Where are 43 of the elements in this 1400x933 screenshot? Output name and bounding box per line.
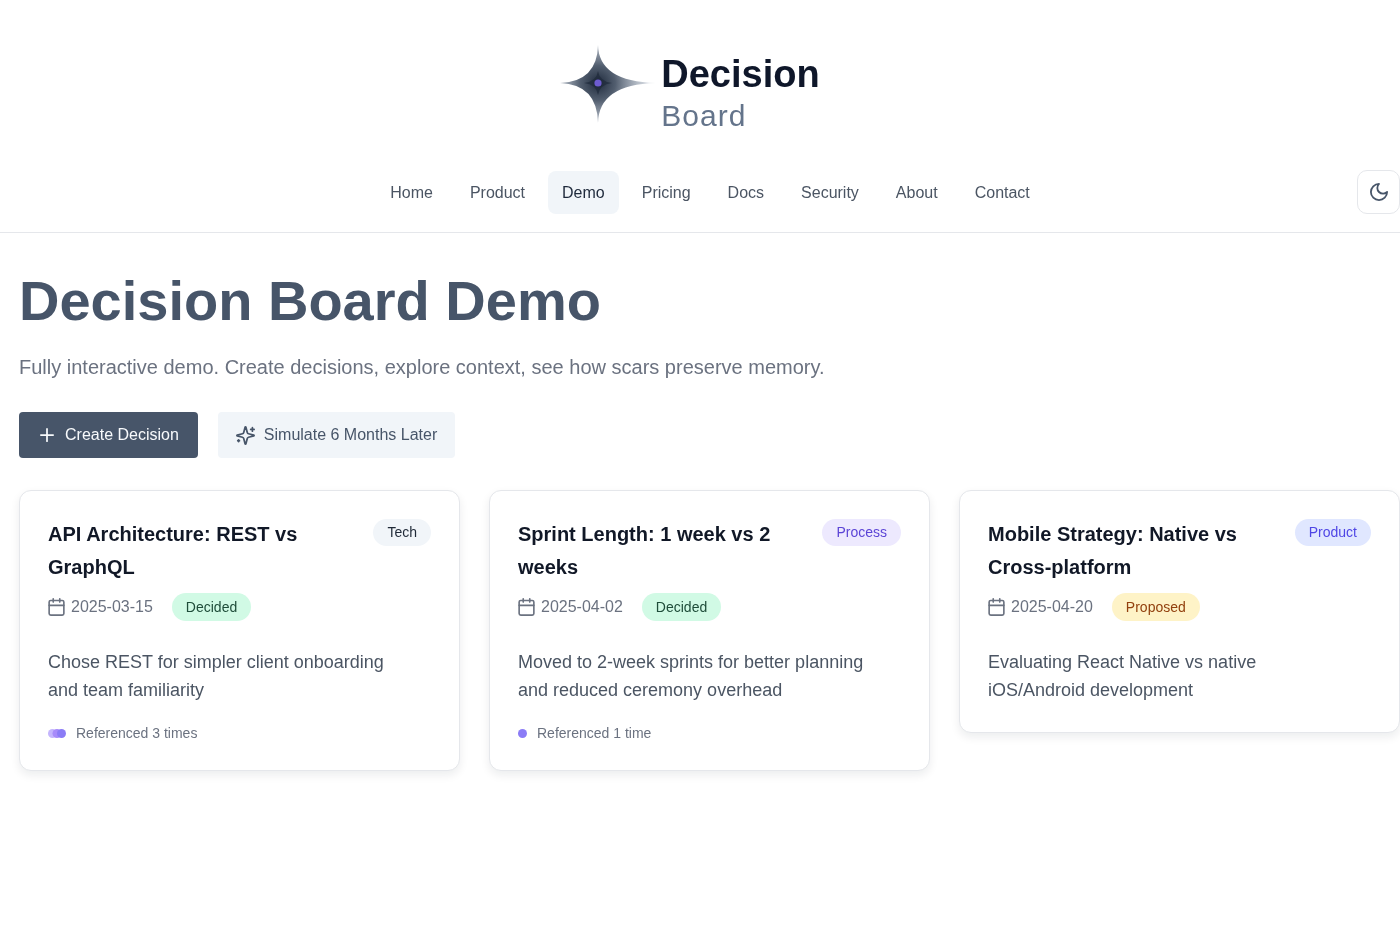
status-badge: Proposed	[1111, 593, 1200, 621]
decision-card[interactable]: Mobile Strategy: Native vs Cross-platform Product 2025-04-20 Proposed Evaluating React Native vs native iOS/Android development	[959, 490, 1400, 733]
nav-link[interactable]: Product	[455, 170, 539, 214]
nav-link[interactable]: Security	[787, 170, 873, 214]
brand-name: Decision	[661, 52, 820, 96]
dots-icon	[48, 728, 66, 738]
date-text: 2025-03-15	[71, 597, 153, 617]
nav-link[interactable]: About	[881, 170, 952, 214]
decision-card[interactable]: API Architecture: REST vs GraphQL Tech 2025-03-15 Decided Chose REST for simpler client onboarding and team familiarity Referenced 3 times	[19, 490, 460, 771]
action-button[interactable]: Simulate 6 Months Later	[217, 412, 456, 458]
category-tag: Tech	[373, 519, 431, 546]
theme-toggle-button[interactable]	[1357, 170, 1400, 214]
action-button[interactable]: Create Decision	[19, 412, 198, 458]
category-tag: Product	[1294, 519, 1371, 546]
page-subtitle: Fully interactive demo. Create decisions, explore context, see how scars preserve memory.	[19, 355, 826, 380]
card-description: Chose REST for simpler client onboarding and team familiarity	[48, 651, 385, 702]
date-text: 2025-04-02	[541, 597, 623, 617]
brand-subtitle: Board	[661, 98, 748, 134]
card-description: Evaluating React Native vs native iOS/Android development	[988, 651, 1258, 702]
date-text: 2025-04-20	[1011, 597, 1093, 617]
calendar-icon	[988, 598, 1005, 616]
page-title: Decision Board Demo	[19, 268, 602, 334]
plus-icon	[40, 428, 54, 442]
nav-link[interactable]: Contact	[960, 170, 1044, 214]
calendar-icon	[518, 598, 535, 616]
nav-link[interactable]: Pricing	[627, 170, 705, 214]
card-description: Moved to 2-week sprints for better planning and reduced ceremony overhead	[518, 651, 865, 702]
status-badge: Decided	[641, 593, 722, 621]
calendar-icon	[48, 598, 65, 616]
nav-link[interactable]: Demo	[548, 170, 619, 214]
dot-icon	[518, 728, 527, 738]
moon-icon	[1369, 183, 1388, 201]
status-badge: Decided	[171, 593, 252, 621]
decision-card[interactable]: Sprint Length: 1 week vs 2 weeks Process 2025-04-02 Decided Moved to 2-week sprints for better planning and reduced ceremony overhead Referenced 1 time	[489, 490, 930, 771]
category-tag: Process	[822, 519, 901, 546]
card-title: Mobile Strategy: Native vs Cross-platform	[988, 522, 1238, 580]
nav-link[interactable]: Home	[376, 170, 447, 214]
reference-count: Referenced 1 time	[537, 724, 652, 742]
card-title: API Architecture: REST vs GraphQL	[48, 522, 299, 580]
nav-link[interactable]: Docs	[713, 170, 779, 214]
reference-count: Referenced 3 times	[76, 724, 198, 742]
sparkles-icon	[235, 425, 255, 445]
card-title: Sprint Length: 1 week vs 2 weeks	[518, 522, 772, 580]
